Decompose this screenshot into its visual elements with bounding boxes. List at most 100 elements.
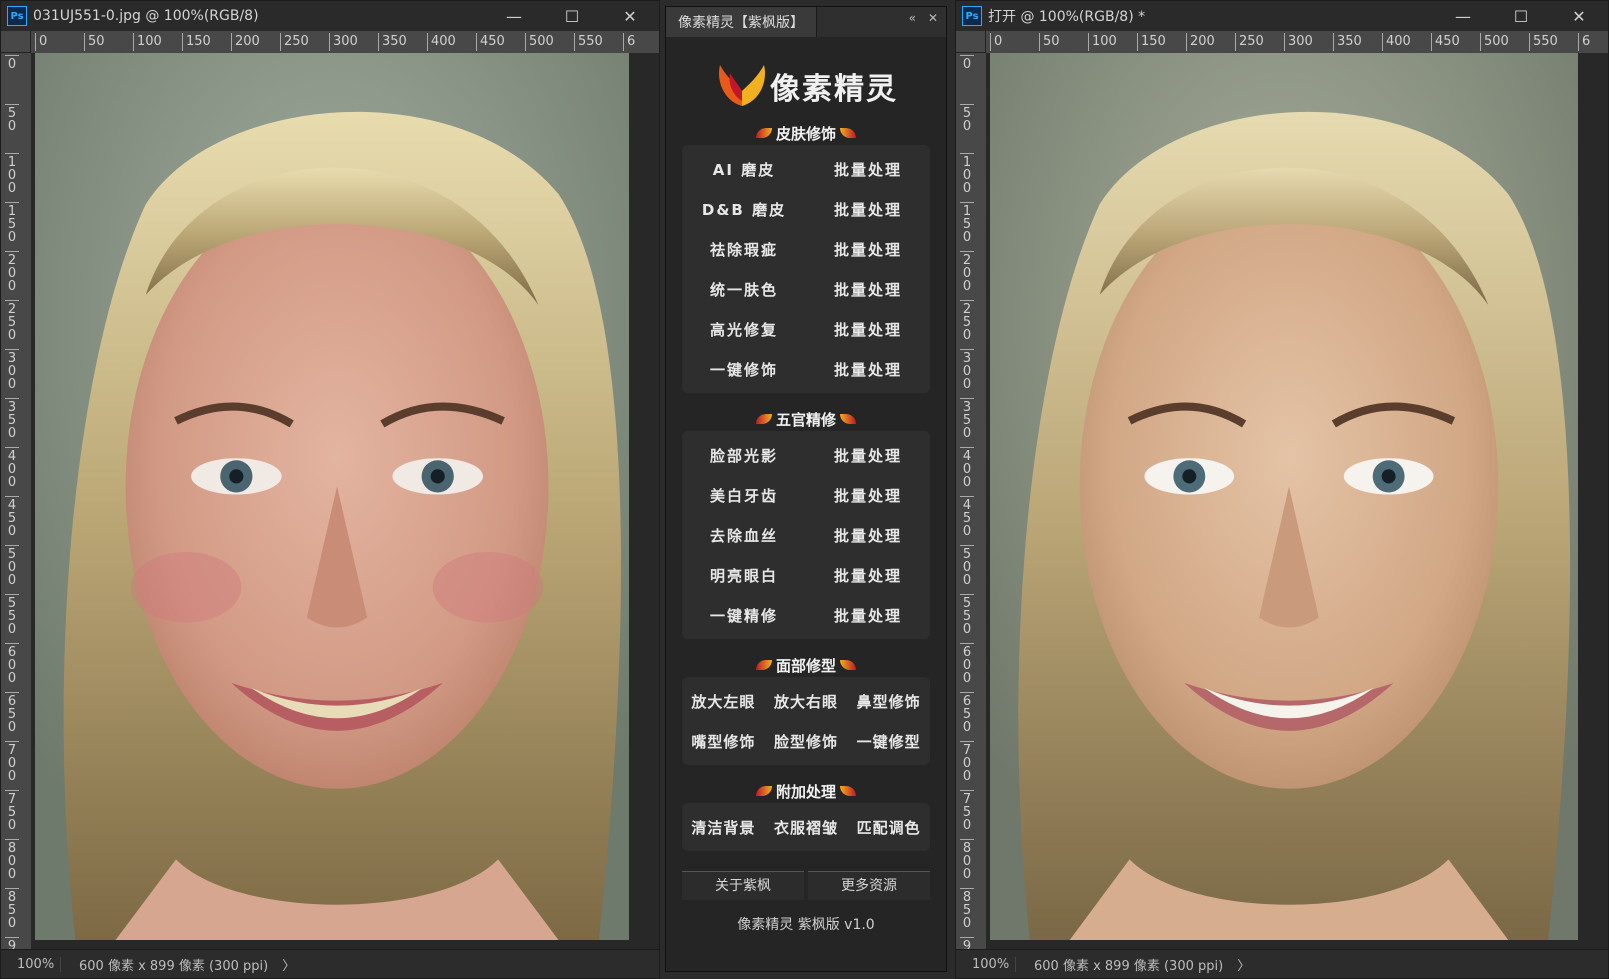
status-menu-arrow-icon[interactable]: 〉 — [268, 955, 295, 974]
tool-button[interactable]: 批量处理 — [806, 605, 930, 626]
portrait-photo-before — [35, 53, 629, 940]
tool-button[interactable]: 批量处理 — [806, 279, 930, 300]
ruler-tick: 2 5 0 — [960, 300, 974, 342]
tool-button[interactable]: AI 磨皮 — [682, 159, 806, 180]
button-row: 清洁背景 衣服褶皱 匹配调色 — [682, 807, 930, 847]
ruler-tick: 150 — [1137, 33, 1166, 51]
wing-left-icon — [755, 660, 772, 670]
ruler-corner[interactable] — [956, 31, 986, 53]
tool-button[interactable]: 放大左眼 — [682, 691, 765, 712]
zoom-level[interactable]: 100% — [1, 956, 61, 972]
logo-text: 像素精灵 — [770, 72, 898, 107]
tool-button[interactable]: 祛除瑕疵 — [682, 239, 806, 260]
tool-button[interactable]: 明亮眼白 — [682, 565, 806, 586]
ruler-tick: 300 — [1284, 33, 1313, 51]
tool-button[interactable]: 脸部光影 — [682, 445, 806, 466]
tool-button[interactable]: 一键修型 — [847, 731, 930, 752]
ruler-tick: 500 — [1480, 33, 1509, 51]
canvas-area[interactable] — [986, 53, 1608, 950]
ruler-tick: 8 0 0 — [5, 839, 19, 881]
tool-button[interactable]: 鼻型修饰 — [847, 691, 930, 712]
document-title: 031UJ551-0.jpg @ 100%(RGB/8) — [33, 8, 259, 24]
document-window-original[interactable]: Ps 031UJ551-0.jpg @ 100%(RGB/8) — ☐ ✕ 0 5… — [0, 0, 660, 979]
button-row: 美白牙齿 批量处理 — [682, 475, 930, 515]
tool-button[interactable]: 衣服褶皱 — [765, 817, 848, 838]
document-window-result[interactable]: Ps 打开 @ 100%(RGB/8) * — ☐ ✕ 0 50 100 150 200… — [955, 0, 1609, 979]
ruler-tick: 3 0 0 — [960, 349, 974, 391]
ruler-tick: 0 — [960, 55, 974, 71]
ruler-tick: 8 0 0 — [960, 839, 974, 881]
panel-close-icon[interactable]: ✕ — [928, 11, 938, 25]
horizontal-ruler[interactable]: 0 50 100 150 200 250 300 350 400 450 500 550 6 — [31, 31, 659, 54]
ruler-tick: 50 — [84, 33, 105, 51]
tool-button[interactable]: D&B 磨皮 — [682, 199, 806, 220]
collapse-icon[interactable]: « — [909, 11, 916, 25]
section-box: 放大左眼 放大右眼 鼻型修饰嘴型修饰 脸型修饰 一键修型 — [682, 677, 930, 765]
tool-button[interactable]: 脸型修饰 — [765, 731, 848, 752]
close-icon[interactable]: ✕ — [601, 1, 659, 31]
tool-button[interactable]: 批量处理 — [806, 485, 930, 506]
ruler-tick: 1 0 0 — [5, 153, 19, 195]
ruler-tick: 350 — [1333, 33, 1362, 51]
button-row: 嘴型修饰 脸型修饰 一键修型 — [682, 721, 930, 761]
ruler-tick: 6 0 0 — [960, 643, 974, 685]
photoshop-icon: Ps — [962, 6, 982, 26]
tool-button[interactable]: 批量处理 — [806, 359, 930, 380]
panel-tab[interactable]: 像素精灵【紫枫版】 — [666, 7, 817, 37]
tool-button[interactable]: 统一肤色 — [682, 279, 806, 300]
tool-button[interactable]: 批量处理 — [806, 565, 930, 586]
minimize-icon[interactable]: — — [1434, 1, 1492, 31]
more-resources-button[interactable]: 更多资源 — [808, 871, 930, 900]
maximize-icon[interactable]: ☐ — [1492, 1, 1550, 31]
status-menu-arrow-icon[interactable]: 〉 — [1223, 955, 1250, 974]
ruler-corner[interactable] — [1, 31, 31, 53]
tool-button[interactable]: 放大右眼 — [765, 691, 848, 712]
tool-button[interactable]: 批量处理 — [806, 319, 930, 340]
vertical-ruler[interactable]: 0 5 0 1 0 0 1 5 0 2 0 0 2 5 0 3 0 0 3 5 0 4 0 0 4… — [1, 53, 32, 978]
ruler-tick: 250 — [1235, 33, 1264, 51]
tool-button[interactable]: 批量处理 — [806, 159, 930, 180]
ruler-tick: 500 — [525, 33, 554, 51]
ruler-tick: 2 0 0 — [5, 251, 19, 293]
tool-button[interactable]: 批量处理 — [806, 199, 930, 220]
minimize-icon[interactable]: — — [485, 1, 543, 31]
tool-button[interactable]: 匹配调色 — [847, 817, 930, 838]
ruler-tick: 7 5 0 — [960, 790, 974, 832]
tool-button[interactable]: 批量处理 — [806, 525, 930, 546]
version-label: 像素精灵 紫枫版 v1.0 — [737, 917, 875, 933]
ruler-tick: 6 5 0 — [5, 692, 19, 734]
ruler-tick: 5 0 — [960, 104, 974, 133]
ruler-tick: 0 — [35, 33, 47, 51]
zoom-level[interactable]: 100% — [956, 956, 1016, 972]
title-bar[interactable]: Ps 打开 @ 100%(RGB/8) * — ☐ ✕ — [956, 1, 1608, 31]
tool-button[interactable]: 高光修复 — [682, 319, 806, 340]
tool-button[interactable]: 批量处理 — [806, 239, 930, 260]
ruler-tick: 4 0 0 — [960, 447, 974, 489]
ruler-tick: 7 0 0 — [5, 741, 19, 783]
maximize-icon[interactable]: ☐ — [543, 1, 601, 31]
tool-button[interactable]: 去除血丝 — [682, 525, 806, 546]
wing-left-icon — [755, 414, 772, 424]
close-icon[interactable]: ✕ — [1550, 1, 1608, 31]
status-bar: 100% 600 像素 x 899 像素 (300 ppi) 〉 — [1, 949, 659, 978]
about-button[interactable]: 关于紫枫 — [682, 871, 804, 900]
section-title: 附加处理 — [682, 779, 930, 803]
tool-button[interactable]: 一键修饰 — [682, 359, 806, 380]
status-bar: 100% 600 像素 x 899 像素 (300 ppi) 〉 — [956, 949, 1608, 978]
vertical-ruler[interactable]: 0 5 0 1 0 0 1 5 0 2 0 0 2 5 0 3 0 0 3 5 0 4 0 0 4… — [956, 53, 987, 978]
ruler-tick: 5 0 0 — [5, 545, 19, 587]
canvas-area[interactable] — [31, 53, 659, 950]
tool-button[interactable]: 清洁背景 — [682, 817, 765, 838]
horizontal-ruler[interactable]: 0 50 100 150 200 250 300 350 400 450 500 550 6 — [986, 31, 1608, 54]
tool-button[interactable]: 嘴型修饰 — [682, 731, 765, 752]
tool-button[interactable]: 批量处理 — [806, 445, 930, 466]
tool-button[interactable]: 美白牙齿 — [682, 485, 806, 506]
ruler-tick: 0 — [5, 55, 19, 71]
wing-right-icon — [840, 660, 856, 670]
wing-left-icon — [755, 786, 772, 796]
ruler-tick: 4 5 0 — [5, 496, 19, 538]
title-bar[interactable]: Ps 031UJ551-0.jpg @ 100%(RGB/8) — ☐ ✕ — [1, 1, 659, 31]
ruler-tick: 3 5 0 — [960, 398, 974, 440]
ruler-tick: 350 — [378, 33, 407, 51]
tool-button[interactable]: 一键精修 — [682, 605, 806, 626]
